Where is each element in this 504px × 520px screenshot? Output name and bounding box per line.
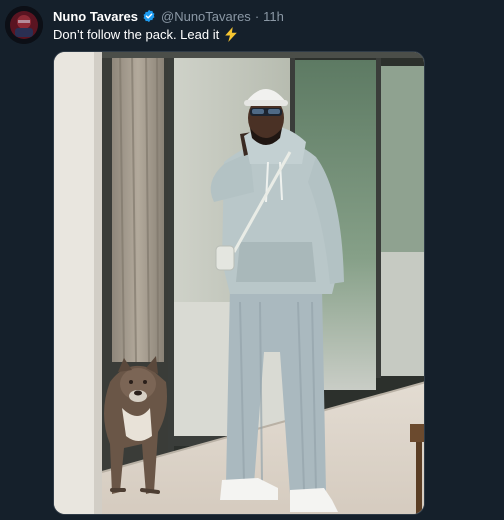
tweet-text: Don’t follow the pack. Lead it xyxy=(53,26,238,42)
author-name[interactable]: Nuno Tavares xyxy=(53,9,138,24)
photo-scene xyxy=(54,52,424,514)
tweet-timestamp[interactable]: 11h xyxy=(263,9,284,24)
author-handle[interactable]: @NunoTavares xyxy=(161,9,251,24)
lightning-icon xyxy=(225,26,238,42)
tweet-header: Nuno Tavares @NunoTavares · 11h xyxy=(53,7,284,25)
avatar[interactable] xyxy=(5,6,43,44)
header-separator: · xyxy=(254,8,260,24)
tweet[interactable]: Nuno Tavares @NunoTavares · 11h Don’t fo… xyxy=(0,0,504,520)
avatar-image xyxy=(5,6,43,44)
verified-badge-icon xyxy=(143,9,155,23)
tweet-photo[interactable] xyxy=(53,51,425,515)
tweet-text-content: Don’t follow the pack. Lead it xyxy=(53,26,220,42)
